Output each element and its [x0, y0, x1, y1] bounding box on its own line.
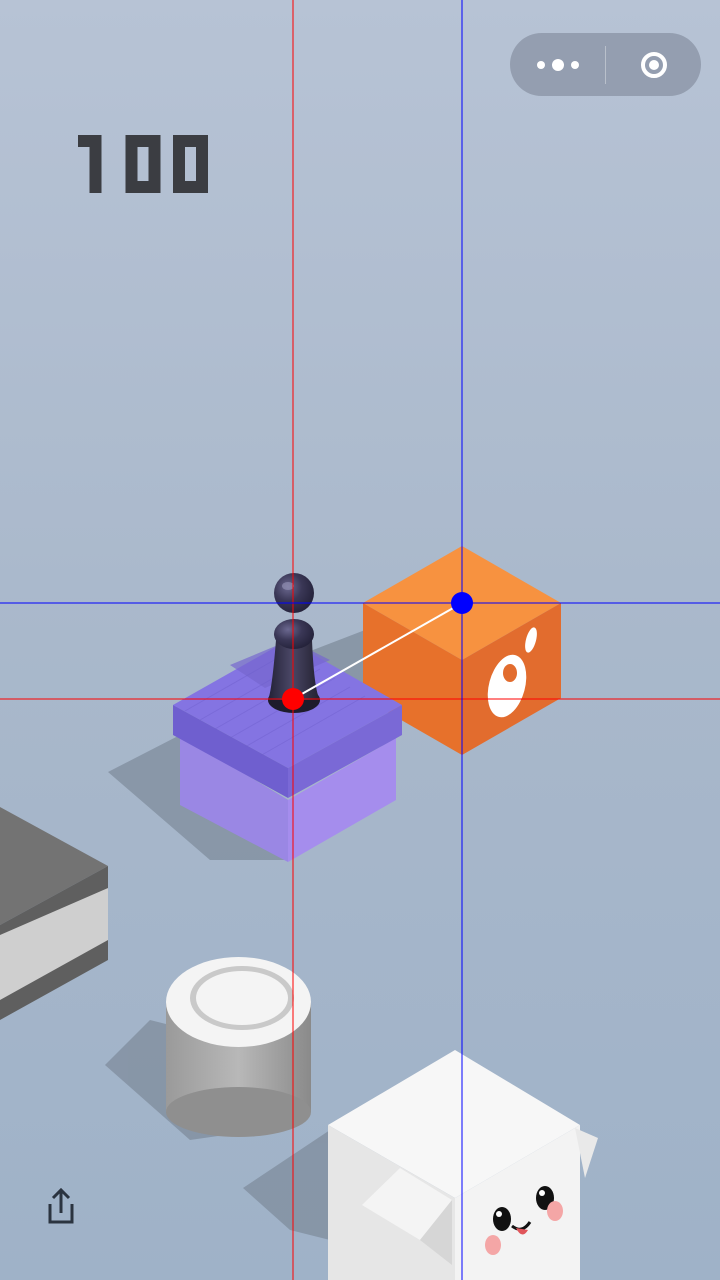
- more-dots-icon: [536, 58, 579, 71]
- target-circle-icon: [640, 51, 667, 78]
- gray-cylinder: [166, 957, 311, 1137]
- more-button[interactable]: [510, 33, 605, 96]
- score-digit-0: [125, 135, 161, 193]
- score-digit-1: [78, 135, 102, 193]
- target-position-marker: [451, 592, 473, 614]
- share-upload-icon: [48, 1187, 74, 1224]
- close-button[interactable]: [606, 33, 701, 96]
- score-digits: [78, 135, 208, 193]
- player-position-marker: [282, 688, 304, 710]
- gray-block: [0, 807, 108, 1020]
- score-display: 100: [78, 118, 278, 208]
- share-button[interactable]: [42, 1186, 80, 1226]
- miniprogram-capsule: [510, 33, 701, 96]
- score-digit-0: [173, 135, 208, 193]
- white-face-block: [328, 1050, 598, 1280]
